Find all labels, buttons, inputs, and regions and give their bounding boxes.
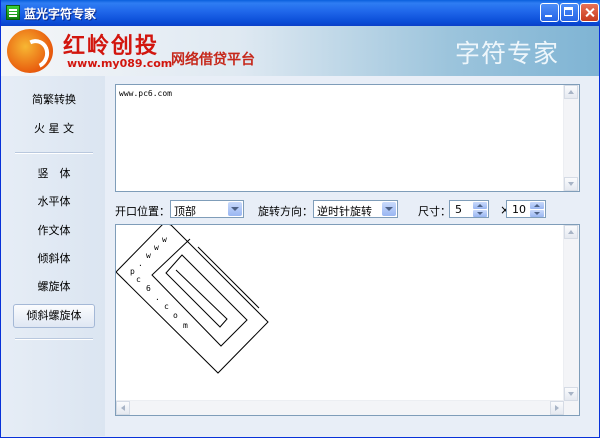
size-cols-stepper[interactable]: 10 <box>506 200 546 218</box>
banner: 红岭创投 www.my089.com 网络借贷平台 字符专家 <box>1 26 599 76</box>
window-title: 蓝光字符专家 <box>24 7 97 21</box>
spiral-char: 6 <box>146 284 151 293</box>
product-title: 字符专家 <box>455 39 560 68</box>
sidebar-item-spiral[interactable]: 螺旋体 <box>13 275 95 299</box>
sidebar-item-italic[interactable]: 倾斜体 <box>13 247 95 271</box>
opening-position-value: 顶部 <box>174 205 196 218</box>
input-vertical-scrollbar[interactable] <box>563 85 579 191</box>
scroll-right-button[interactable] <box>550 401 564 415</box>
spiral-char: m <box>183 321 188 330</box>
scroll-up-button[interactable] <box>564 85 578 99</box>
maximize-icon <box>561 4 578 21</box>
scroll-down-button[interactable] <box>564 177 578 191</box>
main-panel: www.pc6.com 开口位置： 顶部 旋转方向： 逆时针旋转 尺寸： 5 1… <box>105 76 590 426</box>
stepper-down-icon[interactable] <box>530 210 544 217</box>
opening-position-select[interactable]: 顶部 <box>170 200 244 218</box>
brand-url[interactable]: www.my089.com <box>67 57 172 70</box>
scroll-up-icon <box>568 90 574 94</box>
scroll-up-button[interactable] <box>564 225 578 239</box>
spiral-char: c <box>164 302 169 311</box>
spiral-inner-line <box>197 246 260 309</box>
spiral-char: p <box>130 267 135 276</box>
scroll-left-button[interactable] <box>116 401 130 415</box>
app-window: 蓝光字符专家 红岭创投 www.my089.com 网络借贷平台 字符专家 简繁… <box>0 0 600 438</box>
scroll-left-icon <box>121 405 125 411</box>
size-label: 尺寸： <box>418 205 451 218</box>
brand-name[interactable]: 红岭创投 <box>63 28 159 60</box>
stepper-down-icon[interactable] <box>473 210 487 217</box>
maximize-button[interactable] <box>560 3 579 22</box>
sidebar: 简繁转换 火 星 文 竖 体 水平体 作文体 倾斜体 螺旋体 倾斜螺旋体 <box>1 76 105 436</box>
scroll-right-icon <box>555 405 559 411</box>
size-rows-stepper[interactable]: 5 <box>449 200 489 218</box>
spiral-char: c <box>136 275 141 284</box>
spiral-char: o <box>173 311 178 320</box>
minimize-button[interactable] <box>540 3 559 22</box>
input-text[interactable]: www.pc6.com <box>119 89 172 98</box>
title-bar[interactable]: 蓝光字符专家 <box>1 0 600 26</box>
brand-slogan: 网络借贷平台 <box>171 52 255 68</box>
rotation-label: 旋转方向： <box>258 205 313 218</box>
rotation-direction-value: 逆时针旋转 <box>317 205 372 218</box>
size-cols-value[interactable]: 10 <box>512 203 526 216</box>
app-icon <box>6 5 20 20</box>
opening-label: 开口位置： <box>115 205 170 218</box>
size-rows-value[interactable]: 5 <box>455 203 462 216</box>
spiral-char: w <box>146 251 151 260</box>
scroll-up-icon <box>568 230 574 234</box>
sidebar-item-martian-text[interactable]: 火 星 文 <box>13 117 95 141</box>
sidebar-item-composition[interactable]: 作文体 <box>13 219 95 243</box>
scroll-down-icon <box>568 392 574 396</box>
output-vertical-scrollbar[interactable] <box>563 225 579 415</box>
sidebar-item-italic-spiral[interactable]: 倾斜螺旋体 <box>13 304 95 328</box>
sidebar-item-vertical[interactable]: 竖 体 <box>13 162 95 186</box>
spiral-char: w <box>162 235 167 244</box>
sidebar-item-simplified-traditional[interactable]: 简繁转换 <box>13 88 95 112</box>
spiral-output: www.pc6.com <box>116 225 269 374</box>
close-icon <box>581 4 598 21</box>
stepper-up-icon[interactable] <box>473 202 487 209</box>
input-textarea[interactable]: www.pc6.com <box>115 84 580 192</box>
sidebar-divider <box>15 152 93 154</box>
chevron-down-icon[interactable] <box>228 202 242 216</box>
chevron-down-icon[interactable] <box>382 202 396 216</box>
brand-logo-icon[interactable] <box>7 29 53 73</box>
spiral-inner-line <box>151 238 248 347</box>
options-bar: 开口位置： 顶部 旋转方向： 逆时针旋转 尺寸： 5 × 10 <box>115 200 585 220</box>
spiral-char: . <box>138 259 143 268</box>
close-button[interactable] <box>580 3 599 22</box>
spiral-char: . <box>155 293 160 302</box>
stepper-up-icon[interactable] <box>530 202 544 209</box>
minimize-icon <box>541 4 558 21</box>
rotation-direction-select[interactable]: 逆时针旋转 <box>313 200 398 218</box>
sidebar-item-horizontal[interactable]: 水平体 <box>13 190 95 214</box>
sidebar-divider <box>15 338 93 340</box>
output-horizontal-scrollbar[interactable] <box>116 400 564 415</box>
scroll-down-icon <box>568 182 574 186</box>
output-canvas[interactable]: www.pc6.com <box>115 224 580 416</box>
spiral-char: w <box>154 243 159 252</box>
scroll-down-button[interactable] <box>564 387 578 401</box>
